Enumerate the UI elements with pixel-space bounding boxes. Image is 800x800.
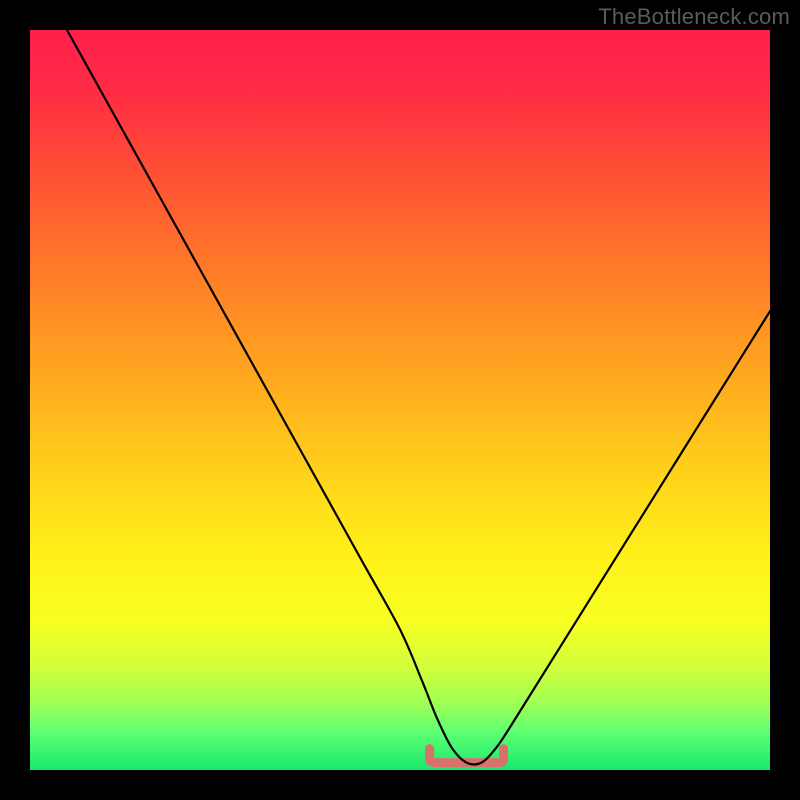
watermark-text: TheBottleneck.com	[598, 4, 790, 30]
bottleneck-chart	[0, 0, 800, 800]
plot-background	[30, 30, 770, 770]
chart-frame: TheBottleneck.com	[0, 0, 800, 800]
